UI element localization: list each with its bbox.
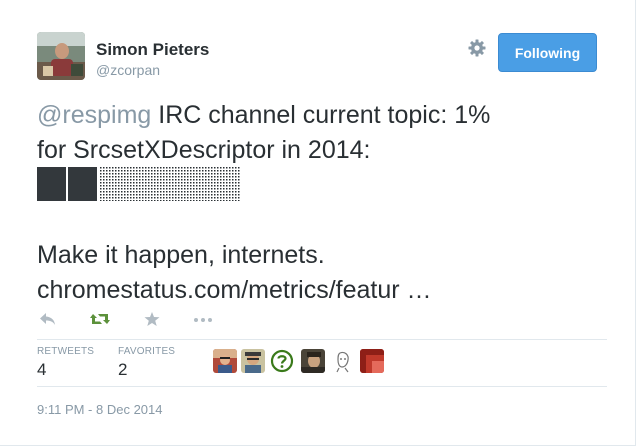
progress-bar-filled-1	[37, 167, 66, 201]
divider-top	[37, 339, 607, 340]
following-button[interactable]: Following	[498, 33, 597, 72]
author-handle[interactable]: @zcorpan	[96, 62, 160, 78]
retweet-icon[interactable]	[89, 309, 111, 329]
progress-bar	[37, 167, 243, 201]
progress-bar-empty	[99, 167, 241, 201]
tweet-timestamp[interactable]: 9:11 PM - 8 Dec 2014	[37, 402, 163, 417]
tweet-line-1: @respimg IRC channel current topic: 1%	[37, 98, 607, 133]
tweet-line-2: for SrcsetXDescriptor in 2014:	[37, 136, 371, 164]
gear-icon[interactable]	[467, 38, 487, 58]
mention-link[interactable]: @respimg	[37, 101, 151, 129]
tweet-link[interactable]: chromestatus.com/metrics/featur …	[37, 273, 607, 308]
tweet-line-4: Make it happen, internets.	[37, 241, 325, 269]
avatar-4[interactable]	[301, 349, 325, 373]
tweet-text: @respimg IRC channel current topic: 1% f…	[37, 98, 607, 308]
favorites-count[interactable]: 2	[118, 360, 127, 380]
retweets-count[interactable]: 4	[37, 360, 46, 380]
avatar-6[interactable]	[360, 349, 384, 373]
progress-bar-filled-2	[68, 167, 97, 201]
profile-photo-icon	[37, 32, 85, 80]
author-name[interactable]: Simon Pieters	[96, 40, 209, 60]
tweet-card: Simon Pieters @zcorpan Following @respim…	[0, 0, 636, 446]
retweets-label[interactable]: RETWEETS	[37, 346, 94, 357]
author-avatar[interactable]	[37, 32, 85, 80]
avatar-2[interactable]	[241, 349, 265, 373]
star-icon[interactable]	[143, 309, 161, 329]
favorites-label[interactable]: FAVORITES	[118, 346, 175, 357]
avatar-3-question-icon[interactable]	[270, 349, 294, 373]
tweet-actions	[37, 309, 237, 329]
more-icon[interactable]	[192, 309, 214, 329]
reply-icon[interactable]	[39, 309, 57, 329]
avatar-1[interactable]	[213, 349, 237, 373]
tweet-line-1-text: IRC channel current topic: 1%	[151, 101, 491, 129]
avatar-5[interactable]	[331, 349, 355, 373]
divider-bottom	[37, 386, 607, 387]
